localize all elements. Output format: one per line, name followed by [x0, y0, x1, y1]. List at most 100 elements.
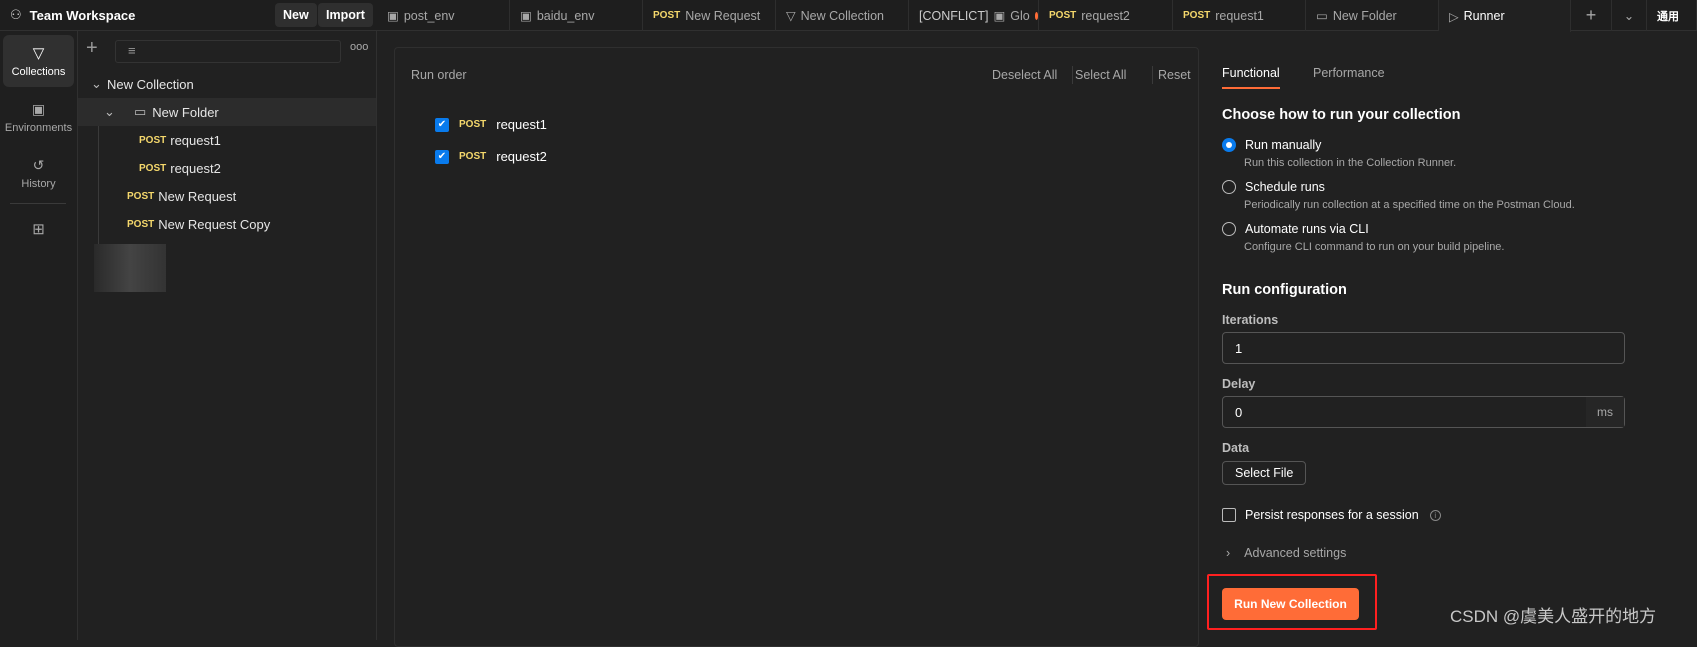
- option-description: Periodically run collection at a specifi…: [1244, 199, 1575, 211]
- method-badge: POST: [653, 10, 681, 21]
- tab-performance[interactable]: Performance: [1313, 66, 1385, 80]
- run-collection-button[interactable]: Run New Collection: [1222, 588, 1359, 620]
- tab-conflict-globals[interactable]: [CONFLICT] ▣ Glo: [909, 0, 1039, 31]
- request-name: request1: [170, 132, 221, 148]
- tree-request[interactable]: POST New Request Copy: [78, 210, 376, 238]
- request-name: request2: [170, 160, 221, 176]
- option-label: Run manually: [1245, 138, 1322, 152]
- rail-label: Collections: [11, 66, 66, 78]
- top-bar: ⚇ Team Workspace New Import ▣ post_env ▣ b…: [0, 0, 1697, 32]
- run-config-heading: Run configuration: [1222, 282, 1347, 298]
- apps-add-icon: ⊞: [32, 221, 45, 238]
- deselect-all-button[interactable]: Deselect All: [992, 68, 1057, 82]
- filter-icon: ≡: [128, 43, 136, 58]
- collection-icon: ▽: [786, 9, 796, 23]
- data-label: Data: [1222, 441, 1250, 455]
- rail-environments[interactable]: ▣ Environments: [3, 91, 74, 143]
- configure-workbench-button[interactable]: ⊞: [3, 211, 74, 247]
- radio-icon: [1222, 222, 1236, 236]
- radio-run-manually[interactable]: Run manually: [1222, 138, 1321, 152]
- reset-button[interactable]: Reset: [1158, 68, 1191, 82]
- checkbox-icon[interactable]: [1222, 508, 1236, 522]
- select-file-button[interactable]: Select File: [1222, 461, 1307, 485]
- environment-icon: ▣: [520, 9, 532, 23]
- method-badge: POST: [127, 218, 155, 230]
- rail-history[interactable]: ↺ History: [3, 147, 74, 199]
- tabs-dropdown-button[interactable]: ⌄: [1612, 0, 1647, 31]
- watermark: CSDN @虞美人盛开的地方: [1450, 607, 1657, 626]
- history-icon: ↺: [32, 156, 45, 173]
- persist-responses-checkbox[interactable]: Persist responses for a session i: [1222, 508, 1441, 522]
- tab-post-env[interactable]: ▣ post_env: [377, 0, 510, 31]
- tab-label: baidu_env: [536, 8, 595, 23]
- radio-icon: [1222, 180, 1236, 194]
- collections-icon: ▽: [32, 45, 45, 62]
- request-name: New Request: [158, 188, 237, 204]
- advanced-settings-toggle[interactable]: › Advanced settings: [1226, 546, 1346, 560]
- add-collection-button[interactable]: +: [86, 37, 98, 60]
- method-badge: POST: [127, 190, 155, 202]
- folder-icon: ▭: [1316, 9, 1328, 23]
- divider: [1152, 66, 1153, 84]
- runner-icon: ▷: [1449, 9, 1459, 24]
- run-mode-heading: Choose how to run your collection: [1222, 107, 1461, 123]
- checkbox-checked-icon[interactable]: ✔: [435, 149, 449, 164]
- option-label: Schedule runs: [1245, 180, 1325, 194]
- request-name: request2: [496, 149, 547, 164]
- delay-input[interactable]: 0 ms: [1222, 396, 1625, 428]
- rail-divider: [10, 203, 66, 204]
- folder-icon: ▭: [134, 104, 147, 119]
- method-badge: POST: [459, 151, 487, 162]
- plus-icon: +: [1585, 5, 1597, 25]
- chevron-down-icon: ⌄: [91, 76, 102, 91]
- more-options-button[interactable]: ooo: [350, 41, 368, 53]
- chevron-down-icon: ⌄: [104, 104, 115, 119]
- request-name: New Request Copy: [158, 216, 271, 232]
- tree-request[interactable]: POST request1: [78, 126, 376, 154]
- divider: [1072, 66, 1073, 84]
- run-order-panel: Run order Deselect All Select All Reset …: [394, 47, 1199, 647]
- run-config-panel: Functional Performance Choose how to run…: [1198, 31, 1697, 640]
- option-description: Configure CLI command to run on your bui…: [1244, 241, 1505, 253]
- radio-schedule-runs[interactable]: Schedule runs: [1222, 180, 1325, 194]
- iterations-label: Iterations: [1222, 313, 1279, 327]
- chevron-down-icon: ⌄: [1623, 9, 1635, 23]
- rail-label: Environments: [4, 121, 73, 134]
- tab-new-folder[interactable]: ▭ New Folder: [1306, 0, 1439, 31]
- tab-label: request1: [1215, 8, 1264, 23]
- iterations-value: 1: [1235, 340, 1243, 356]
- filter-input[interactable]: ≡: [115, 40, 341, 63]
- tree-request[interactable]: POST request2: [78, 154, 376, 182]
- tab-request2[interactable]: POST request2: [1039, 0, 1173, 31]
- tab-label: Glo: [1010, 8, 1030, 23]
- persist-label: Persist responses for a session: [1245, 508, 1419, 522]
- environment-selector[interactable]: 通用: [1647, 0, 1697, 31]
- workspace-switcher[interactable]: ⚇ Team Workspace: [10, 7, 135, 23]
- iterations-input[interactable]: 1: [1222, 332, 1625, 364]
- tab-new-collection[interactable]: ▽ New Collection: [776, 0, 909, 31]
- rail-collections[interactable]: ▽ Collections: [3, 35, 74, 87]
- tab-baidu-env[interactable]: ▣ baidu_env: [510, 0, 643, 31]
- collection-name: New Collection: [107, 76, 194, 92]
- radio-automate-cli[interactable]: Automate runs via CLI: [1222, 222, 1369, 236]
- option-label: Automate runs via CLI: [1245, 222, 1369, 236]
- tab-new-request[interactable]: POST New Request: [643, 0, 776, 31]
- run-order-item[interactable]: ✔ POST request1: [435, 117, 547, 132]
- new-tab-button[interactable]: +: [1571, 0, 1612, 31]
- run-order-item[interactable]: ✔ POST request2: [435, 149, 547, 164]
- unsaved-dot-icon: [1034, 11, 1038, 20]
- select-all-button[interactable]: Select All: [1075, 68, 1126, 82]
- tree-collection[interactable]: ⌄ New Collection: [78, 70, 376, 98]
- delay-value: 0: [1235, 404, 1243, 420]
- tab-runner[interactable]: ▷ Runner: [1439, 0, 1571, 32]
- tab-functional[interactable]: Functional: [1222, 66, 1280, 89]
- info-icon[interactable]: i: [1429, 509, 1441, 521]
- tab-request1[interactable]: POST request1: [1173, 0, 1306, 31]
- tree-folder[interactable]: ⌄ ▭ New Folder: [78, 98, 376, 126]
- radio-selected-icon: [1222, 138, 1236, 152]
- checkbox-checked-icon[interactable]: ✔: [435, 117, 449, 132]
- tree-request[interactable]: POST New Request: [78, 182, 376, 210]
- import-button[interactable]: Import: [318, 3, 373, 27]
- new-button[interactable]: New: [275, 3, 317, 27]
- advanced-label: Advanced settings: [1244, 546, 1347, 560]
